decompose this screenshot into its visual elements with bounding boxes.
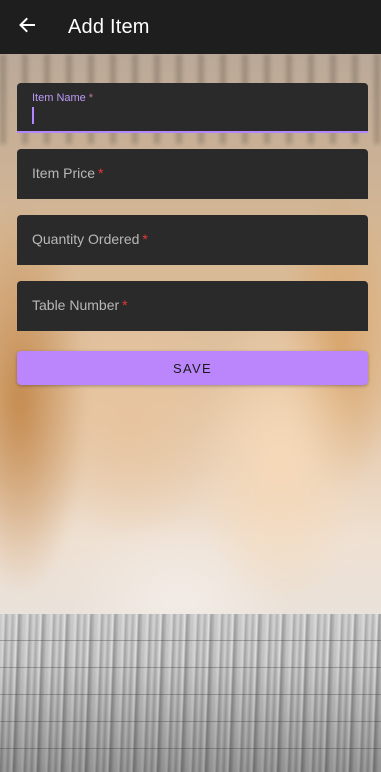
save-button[interactable]: SAVE: [17, 351, 368, 385]
table-number-label: Table Number *: [32, 297, 128, 313]
wood-plank-lines: [0, 614, 381, 772]
arrow-left-icon: [18, 16, 36, 38]
add-item-screen: Add Item Item Name * Item Price * Quantity…: [0, 0, 381, 772]
item-price-label: Item Price *: [32, 165, 104, 181]
table-number-field[interactable]: Table Number *: [17, 281, 368, 331]
item-name-label: Item Name *: [32, 92, 94, 104]
app-bar: Add Item: [0, 0, 381, 54]
item-price-field[interactable]: Item Price *: [17, 149, 368, 199]
add-item-form: Item Name * Item Price * Quantity Ordered *…: [17, 83, 368, 385]
quantity-ordered-field[interactable]: Quantity Ordered *: [17, 215, 368, 265]
text-cursor: [32, 107, 34, 124]
page-title: Add Item: [68, 15, 150, 38]
item-name-field[interactable]: Item Name *: [17, 83, 368, 133]
quantity-ordered-label: Quantity Ordered *: [32, 231, 148, 247]
back-button[interactable]: [0, 0, 54, 54]
